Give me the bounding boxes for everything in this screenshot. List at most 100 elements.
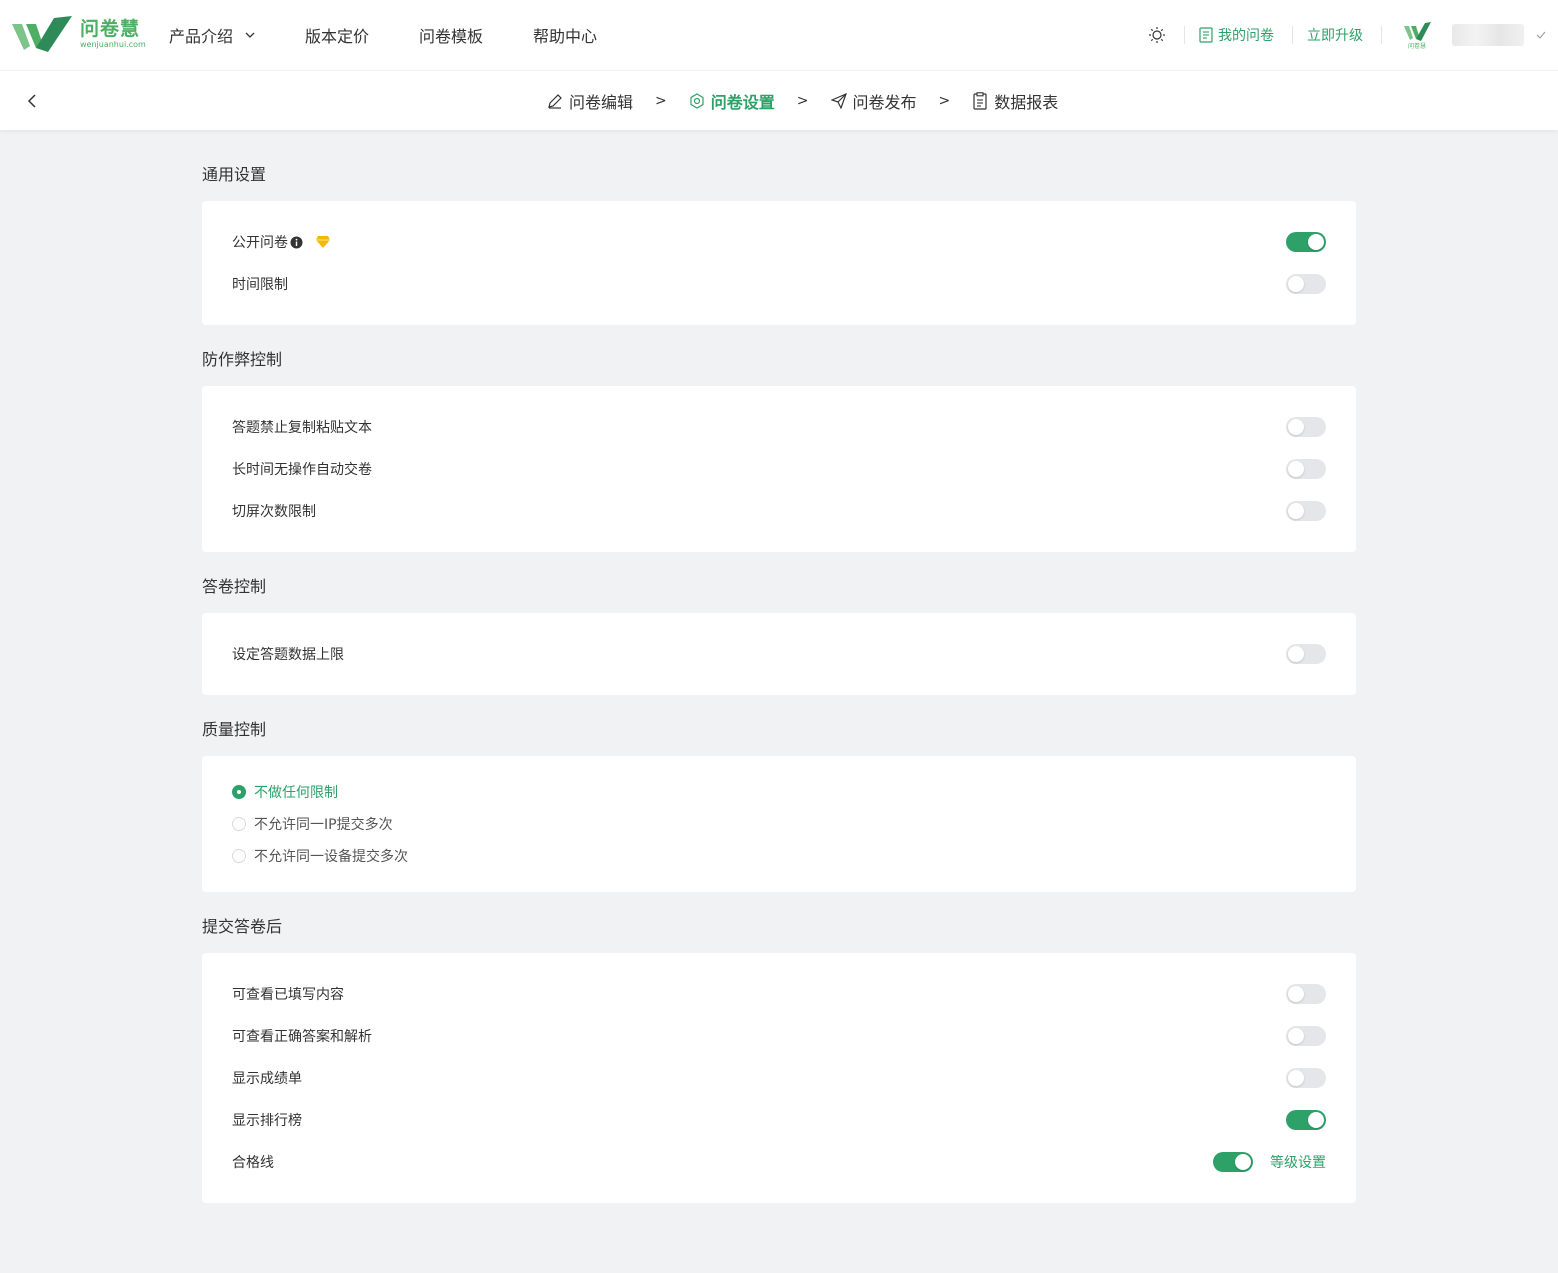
toggle-no-copy-paste[interactable] xyxy=(1286,417,1326,437)
radio-label: 不允许同一IP提交多次 xyxy=(254,817,393,833)
section-title-general: 通用设置 xyxy=(202,165,267,184)
username-blurred[interactable] xyxy=(1452,24,1524,46)
setting-label: 时间限制 xyxy=(232,277,288,293)
card-general: 公开问卷 时间限制 xyxy=(202,201,1356,325)
theme-sun-icon[interactable] xyxy=(1148,26,1166,44)
step-bar: 问卷编辑 > 问卷设置 > 问卷发布 > 数据报表 xyxy=(0,70,1558,130)
info-icon[interactable] xyxy=(290,236,303,249)
toggle-score-report[interactable] xyxy=(1286,1068,1326,1088)
setting-row-view-answers: 可查看正确答案和解析 xyxy=(232,1021,1326,1051)
step-settings[interactable]: 问卷设置 xyxy=(689,89,775,113)
upgrade-label: 立即升级 xyxy=(1307,28,1363,44)
setting-row-no-copy-paste: 答题禁止复制粘贴文本 xyxy=(232,412,1326,442)
setting-row-auto-submit: 长时间无操作自动交卷 xyxy=(232,454,1326,484)
toggle-time-limit[interactable] xyxy=(1286,274,1326,294)
section-title-answer-control: 答卷控制 xyxy=(202,577,267,596)
nav-item-label: 问卷模板 xyxy=(419,27,484,46)
nav-item-product[interactable]: 产品介绍 xyxy=(169,23,255,47)
nav-item-pricing[interactable]: 版本定价 xyxy=(305,23,369,47)
nav-item-label: 版本定价 xyxy=(305,27,370,46)
main-nav: 产品介绍 版本定价 问卷模板 帮助中心 xyxy=(169,0,647,70)
step-publish[interactable]: 问卷发布 xyxy=(830,89,917,113)
card-answer-control: 设定答题数据上限 xyxy=(202,613,1356,695)
clipboard-icon xyxy=(973,92,987,110)
card-after-submit: 可查看已填写内容 可查看正确答案和解析 显示成绩单 显示排行榜 合格线 等级设置 xyxy=(202,953,1356,1203)
avatar-logo-icon: 问卷慧 xyxy=(1404,22,1431,50)
back-arrow-icon[interactable] xyxy=(24,91,40,111)
radio-circle xyxy=(232,849,246,863)
step-label: 问卷发布 xyxy=(852,93,917,112)
step-label: 问卷编辑 xyxy=(569,93,634,112)
setting-label: 显示成绩单 xyxy=(232,1071,302,1087)
setting-row-time-limit: 时间限制 xyxy=(232,269,1326,299)
setting-row-score-report: 显示成绩单 xyxy=(232,1063,1326,1093)
radio-circle xyxy=(232,817,246,831)
my-surveys-label: 我的问卷 xyxy=(1218,28,1274,44)
step-separator: > xyxy=(796,93,809,109)
toggle-view-answers[interactable] xyxy=(1286,1026,1326,1046)
settings-icon xyxy=(690,93,704,109)
step-edit[interactable]: 问卷编辑 xyxy=(547,89,633,113)
step-label: 数据报表 xyxy=(994,93,1059,112)
card-anti-cheat: 答题禁止复制粘贴文本 长时间无操作自动交卷 切屏次数限制 xyxy=(202,386,1356,552)
send-icon xyxy=(830,93,847,109)
radio-label: 不做任何限制 xyxy=(254,785,338,801)
setting-label: 可查看正确答案和解析 xyxy=(232,1029,372,1045)
chevron-down-icon xyxy=(245,32,255,38)
toggle-answer-limit[interactable] xyxy=(1286,644,1326,664)
setting-label: 答题禁止复制粘贴文本 xyxy=(232,420,372,436)
radio-no-limit[interactable]: 不做任何限制 xyxy=(232,781,338,803)
brand-domain: wenjuanhui.com xyxy=(80,40,146,49)
setting-row-switch-screen-limit: 切屏次数限制 xyxy=(232,496,1326,526)
setting-row-view-filled: 可查看已填写内容 xyxy=(232,979,1326,1009)
setting-label: 公开问卷 xyxy=(232,235,288,251)
setting-label: 切屏次数限制 xyxy=(232,504,316,520)
setting-label: 可查看已填写内容 xyxy=(232,987,344,1003)
step-label: 问卷设置 xyxy=(710,93,775,112)
divider xyxy=(1381,26,1382,44)
nav-item-templates[interactable]: 问卷模板 xyxy=(419,23,483,47)
radio-no-same-ip[interactable]: 不允许同一IP提交多次 xyxy=(232,813,393,835)
nav-item-label: 帮助中心 xyxy=(533,27,598,46)
setting-row-answer-limit: 设定答题数据上限 xyxy=(232,639,1326,669)
toggle-auto-submit[interactable] xyxy=(1286,459,1326,479)
brand-name: 问卷慧 xyxy=(80,18,141,40)
radio-label: 不允许同一设备提交多次 xyxy=(254,849,408,865)
setting-label: 长时间无操作自动交卷 xyxy=(232,462,372,478)
logo-w-icon xyxy=(12,16,72,52)
upgrade-link[interactable]: 立即升级 xyxy=(1307,25,1363,45)
setting-row-leaderboard: 显示排行榜 xyxy=(232,1105,1326,1135)
toggle-switch-screen-limit[interactable] xyxy=(1286,501,1326,521)
pencil-icon xyxy=(548,94,562,109)
setting-label: 显示排行榜 xyxy=(232,1113,302,1129)
section-title-quality: 质量控制 xyxy=(202,720,267,739)
section-title-anti-cheat: 防作弊控制 xyxy=(202,350,283,369)
setting-row-pass-line: 合格线 等级设置 xyxy=(232,1147,1326,1177)
avatar[interactable]: 问卷慧 xyxy=(1402,20,1432,50)
divider xyxy=(1184,26,1185,44)
radio-no-same-device[interactable]: 不允许同一设备提交多次 xyxy=(232,845,408,867)
step-separator: > xyxy=(655,93,667,109)
toggle-leaderboard[interactable] xyxy=(1286,1110,1326,1130)
grade-settings-link[interactable]: 等级设置 xyxy=(1270,1152,1326,1172)
step-report[interactable]: 数据报表 xyxy=(972,89,1058,113)
card-quality: 不做任何限制 不允许同一IP提交多次 不允许同一设备提交多次 xyxy=(202,756,1356,892)
step-separator: > xyxy=(938,93,951,109)
setting-row-public: 公开问卷 xyxy=(232,227,1326,257)
nav-item-label: 产品介绍 xyxy=(169,27,234,46)
user-menu-chevron-icon[interactable] xyxy=(1536,30,1546,40)
toggle-view-filled[interactable] xyxy=(1286,984,1326,1004)
my-surveys-link[interactable]: 我的问卷 xyxy=(1199,25,1274,45)
nav-item-help[interactable]: 帮助中心 xyxy=(533,23,597,47)
setting-label: 设定答题数据上限 xyxy=(232,647,344,663)
divider xyxy=(1292,26,1293,44)
radio-circle xyxy=(232,785,246,799)
top-navbar: 问卷慧 wenjuanhui.com 产品介绍 版本定价 问卷模板 帮助中心 我… xyxy=(0,0,1558,70)
toggle-pass-line[interactable] xyxy=(1213,1152,1253,1172)
avatar-text: 问卷慧 xyxy=(1408,42,1426,50)
toggle-public-survey[interactable] xyxy=(1286,232,1326,252)
brand-logo[interactable]: 问卷慧 wenjuanhui.com xyxy=(10,14,146,54)
header-tools: 我的问卷 立即升级 问卷慧 xyxy=(1148,0,1558,70)
document-icon xyxy=(1199,27,1213,43)
step-list: 问卷编辑 > 问卷设置 > 问卷发布 > 数据报表 xyxy=(547,71,1058,131)
